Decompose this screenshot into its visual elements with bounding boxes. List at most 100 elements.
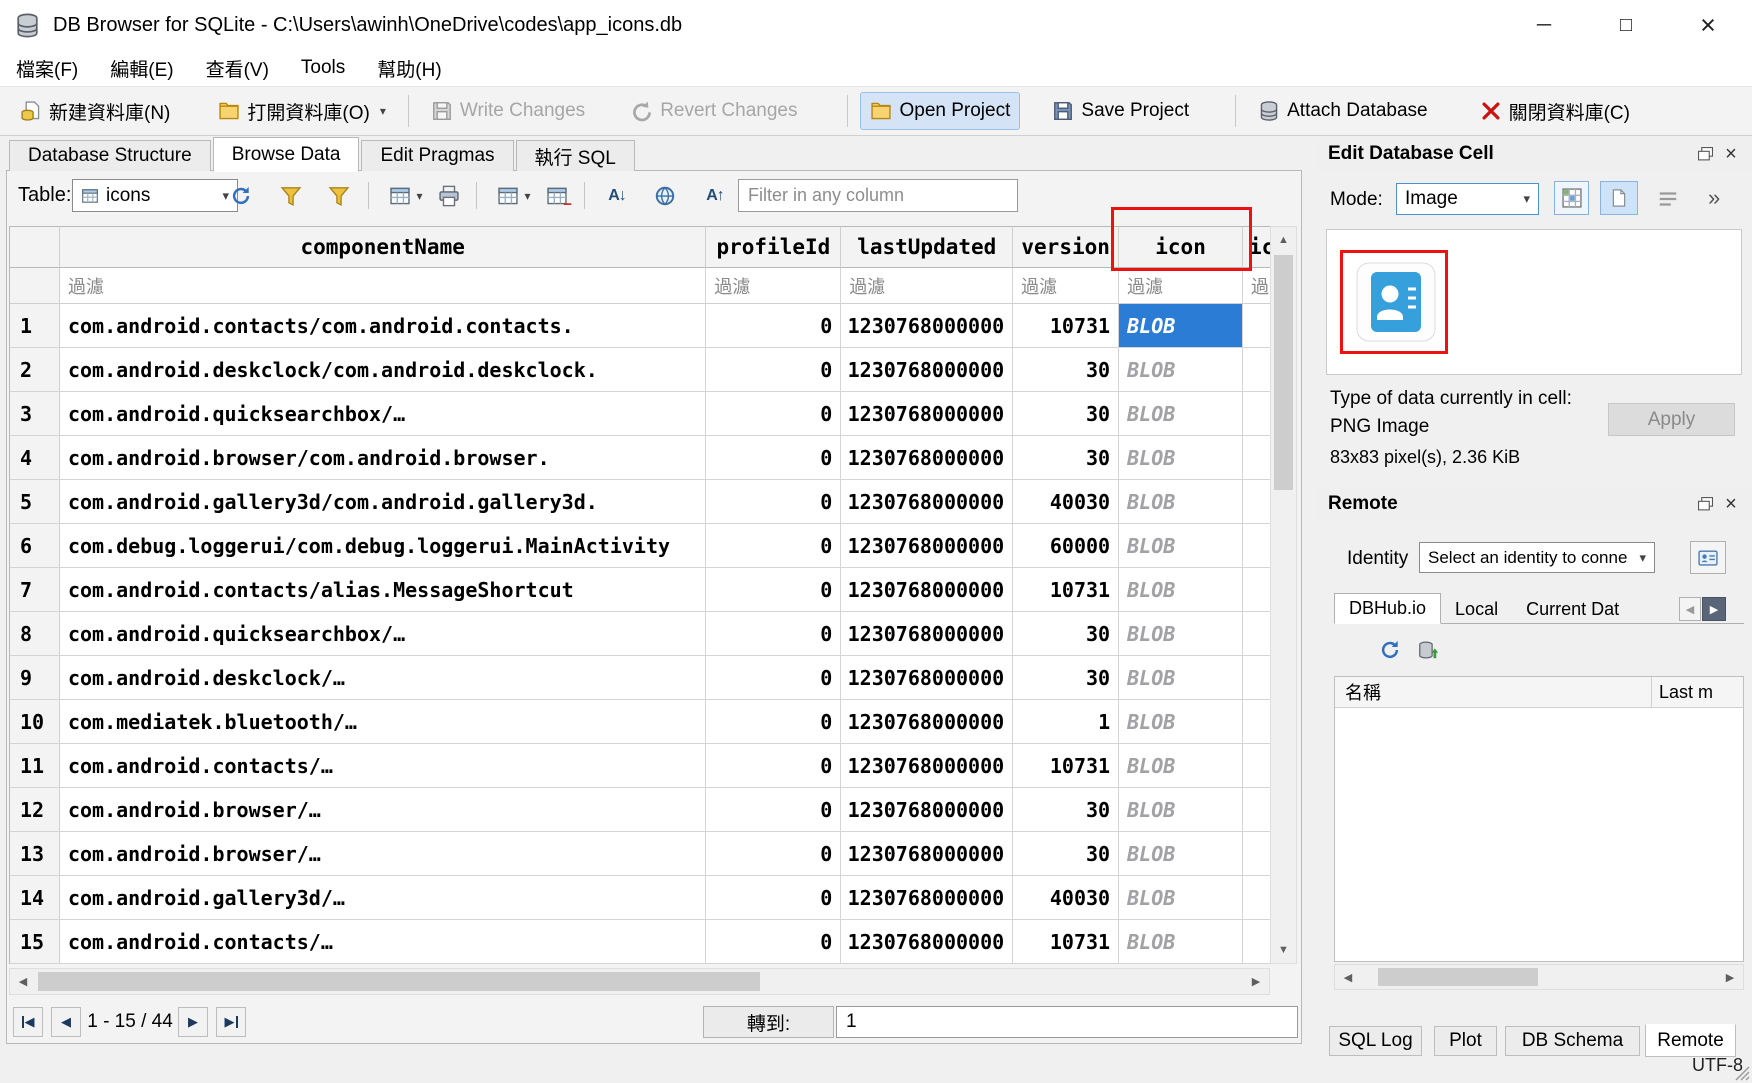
cell-icon[interactable]: BLOB [1119, 788, 1243, 832]
cell-profileid[interactable]: 0 [706, 656, 841, 700]
dock-tab-db-schema[interactable]: DB Schema [1505, 1026, 1640, 1056]
cell-partial[interactable] [1243, 612, 1270, 656]
identity-import-button[interactable] [1690, 541, 1726, 574]
cell-icon[interactable]: BLOB [1119, 568, 1243, 612]
close-database-button[interactable]: 關閉資料庫(C) [1470, 90, 1640, 133]
goto-button[interactable]: 轉到: [703, 1006, 834, 1038]
cell-partial[interactable] [1243, 832, 1270, 876]
word-wrap-button[interactable] [1652, 183, 1683, 214]
cell-lastupdated[interactable]: 1230768000000 [841, 832, 1013, 876]
cell-lastupdated[interactable]: 1230768000000 [841, 348, 1013, 392]
cell-profileid[interactable]: 0 [706, 392, 841, 436]
column-header-lastupdated[interactable]: lastUpdated [841, 226, 1013, 268]
new-database-button[interactable]: 新建資料庫(N) [10, 90, 180, 133]
scroll-up-button[interactable]: ▲ [1271, 227, 1296, 253]
cell-profileid[interactable]: 0 [706, 700, 841, 744]
cell-icon[interactable]: BLOB [1119, 876, 1243, 920]
cell-partial[interactable] [1243, 480, 1270, 524]
cell-componentname[interactable]: com.android.browser/… [60, 832, 706, 876]
remote-column-last-modified[interactable]: Last m [1659, 682, 1713, 703]
cell-version[interactable]: 30 [1013, 832, 1119, 876]
column-header-componentname[interactable]: componentName [60, 226, 706, 268]
cell-profileid[interactable]: 0 [706, 524, 841, 568]
row-number[interactable]: 9 [10, 656, 60, 700]
row-number[interactable]: 5 [10, 480, 60, 524]
print-button[interactable] [432, 179, 466, 212]
tab-browse-data[interactable]: Browse Data [213, 137, 360, 172]
row-number[interactable]: 2 [10, 348, 60, 392]
cell-version[interactable]: 30 [1013, 788, 1119, 832]
cell-lastupdated[interactable]: 1230768000000 [841, 876, 1013, 920]
cell-version[interactable]: 30 [1013, 348, 1119, 392]
filter-input-version[interactable]: 過濾 [1013, 268, 1119, 304]
minimize-button[interactable]: ─ [1516, 0, 1572, 50]
import-data-button[interactable] [1554, 181, 1589, 215]
toolbar-overflow-button[interactable]: » [1708, 185, 1720, 211]
edit-cell-undock-button[interactable] [1692, 141, 1718, 167]
row-number[interactable]: 1 [10, 304, 60, 348]
scroll-left-button[interactable]: ◀ [10, 969, 36, 994]
cell-version[interactable]: 10731 [1013, 920, 1119, 964]
revert-changes-button[interactable]: Revert Changes [621, 92, 807, 130]
cell-componentname[interactable]: com.android.quicksearchbox/… [60, 612, 706, 656]
cell-partial[interactable] [1243, 920, 1270, 964]
close-button[interactable]: × [1680, 0, 1736, 50]
menu-edit[interactable]: 編輯(E) [94, 50, 189, 86]
cell-version[interactable]: 40030 [1013, 480, 1119, 524]
cell-componentname[interactable]: com.mediatek.bluetooth/… [60, 700, 706, 744]
cell-partial[interactable] [1243, 436, 1270, 480]
cell-version[interactable]: 60000 [1013, 524, 1119, 568]
cell-partial[interactable] [1243, 524, 1270, 568]
filter-input-lastupdated[interactable]: 過濾 [841, 268, 1013, 304]
cell-icon[interactable]: BLOB [1119, 744, 1243, 788]
row-number[interactable]: 4 [10, 436, 60, 480]
filter-input-icon[interactable]: 過濾 [1119, 268, 1243, 304]
cell-componentname[interactable]: com.android.quicksearchbox/… [60, 392, 706, 436]
cell-icon[interactable]: BLOB [1119, 524, 1243, 568]
row-number[interactable]: 14 [10, 876, 60, 920]
last-page-button[interactable]: ▶ [216, 1007, 246, 1037]
remote-tab-current[interactable]: Current Dat [1512, 595, 1633, 623]
row-number[interactable]: 12 [10, 788, 60, 832]
save-filters-button[interactable] [322, 179, 356, 212]
cell-profileid[interactable]: 0 [706, 612, 841, 656]
column-header-icon[interactable]: icon [1119, 226, 1243, 268]
cell-lastupdated[interactable]: 1230768000000 [841, 744, 1013, 788]
cell-icon[interactable]: BLOB [1119, 920, 1243, 964]
cell-icon[interactable]: BLOB [1119, 832, 1243, 876]
remote-scrollbar-thumb[interactable] [1378, 968, 1538, 986]
cell-lastupdated[interactable]: 1230768000000 [841, 920, 1013, 964]
tab-scroll-left-button[interactable]: ◀ [1679, 597, 1701, 621]
cell-lastupdated[interactable]: 1230768000000 [841, 612, 1013, 656]
cell-lastupdated[interactable]: 1230768000000 [841, 656, 1013, 700]
column-header-partial[interactable]: ic [1243, 226, 1270, 268]
open-database-dropdown-icon[interactable]: ▾ [380, 104, 386, 118]
cell-icon[interactable]: BLOB [1119, 656, 1243, 700]
cell-version[interactable]: 10731 [1013, 744, 1119, 788]
cell-profileid[interactable]: 0 [706, 436, 841, 480]
prev-page-button[interactable]: ◀ [51, 1007, 81, 1037]
delete-record-button[interactable]: − [540, 179, 574, 212]
cell-icon[interactable]: BLOB [1119, 612, 1243, 656]
row-number[interactable]: 6 [10, 524, 60, 568]
remote-tab-local[interactable]: Local [1441, 595, 1512, 623]
remote-undock-button[interactable] [1692, 491, 1718, 517]
new-record-dropdown-icon[interactable]: ▾ [524, 189, 530, 203]
cell-lastupdated[interactable]: 1230768000000 [841, 436, 1013, 480]
cell-lastupdated[interactable]: 1230768000000 [841, 568, 1013, 612]
row-number[interactable]: 7 [10, 568, 60, 612]
export-data-button[interactable] [1600, 181, 1638, 215]
insert-record-dropdown-icon[interactable]: ▾ [416, 189, 422, 203]
row-number[interactable]: 13 [10, 832, 60, 876]
cell-componentname[interactable]: com.android.deskclock/com.android.deskcl… [60, 348, 706, 392]
tab-database-structure[interactable]: Database Structure [9, 140, 211, 171]
cell-lastupdated[interactable]: 1230768000000 [841, 700, 1013, 744]
remote-column-name[interactable]: 名稱 [1335, 679, 1381, 705]
attach-database-button[interactable]: Attach Database [1248, 92, 1437, 130]
insert-record-button[interactable]: ▾ [382, 179, 430, 212]
cell-componentname[interactable]: com.android.contacts/alias.MessageShortc… [60, 568, 706, 612]
clear-filters-button[interactable] [274, 179, 308, 212]
remote-tab-dbhub[interactable]: DBHub.io [1334, 593, 1441, 624]
cell-partial[interactable] [1243, 876, 1270, 920]
remote-push-button[interactable] [1412, 634, 1443, 665]
